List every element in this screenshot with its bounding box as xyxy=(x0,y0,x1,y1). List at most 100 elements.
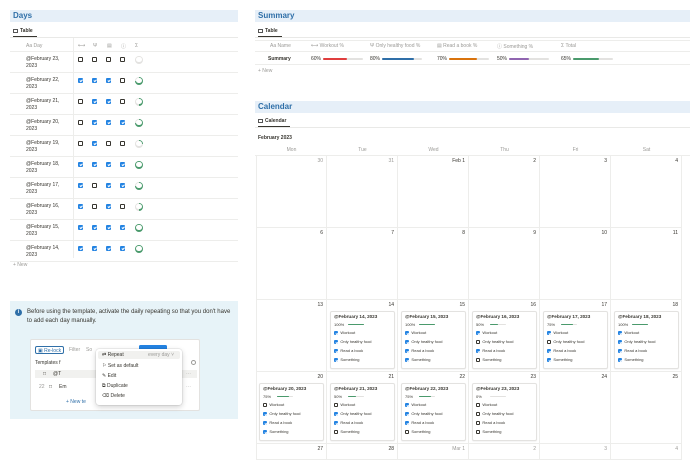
days-row[interactable]: @February 18, 2023 xyxy=(10,157,238,178)
habit-checkbox[interactable] xyxy=(618,348,623,353)
days-row-date[interactable]: @February 16, 2023 xyxy=(26,203,71,217)
calendar-entry-habit[interactable]: Only healthy food xyxy=(405,339,443,344)
more-icon[interactable]: ⋯ xyxy=(186,371,191,377)
calendar-entry-habit[interactable]: Something xyxy=(476,429,502,434)
calendar-entry-card[interactable]: @February 17, 2023 75% Workout Only healthy… xyxy=(543,311,608,369)
calendar-entry-habit[interactable]: Read a book xyxy=(618,348,647,353)
calendar-entry-habit[interactable]: Only healthy food xyxy=(476,411,514,416)
habit-checkbox[interactable] xyxy=(476,348,481,353)
days-row-checkbox[interactable] xyxy=(92,204,97,209)
calendar-entry-habit[interactable]: Read a book xyxy=(405,420,434,425)
menu-item-repeat[interactable]: ⇄ Repeat xyxy=(102,352,124,358)
habit-checkbox[interactable] xyxy=(405,411,410,416)
calendar-entry-habit[interactable]: Only healthy food xyxy=(618,339,656,344)
days-row-checkbox[interactable] xyxy=(106,99,111,104)
calendar-entry-habit[interactable]: Workout xyxy=(263,402,284,407)
days-row-checkbox[interactable] xyxy=(78,246,83,251)
calendar-entry-card[interactable]: @February 20, 2023 75% Workout Only healthy… xyxy=(259,383,324,441)
habit-checkbox[interactable] xyxy=(476,402,481,407)
habit-checkbox[interactable] xyxy=(405,420,410,425)
days-row-checkbox[interactable] xyxy=(78,57,83,62)
habit-checkbox[interactable] xyxy=(618,357,623,362)
calendar-day-cell[interactable]: 3 xyxy=(540,156,611,228)
calendar-entry-habit[interactable]: Workout xyxy=(334,330,355,335)
calendar-day-cell[interactable]: 27 xyxy=(256,444,327,460)
days-row-checkbox[interactable] xyxy=(92,78,97,83)
habit-checkbox[interactable] xyxy=(618,330,623,335)
habit-checkbox[interactable] xyxy=(405,429,410,434)
days-row-checkbox[interactable] xyxy=(120,120,125,125)
calendar-entry-habit[interactable]: Read a book xyxy=(263,420,292,425)
habit-checkbox[interactable] xyxy=(405,348,410,353)
habit-checkbox[interactable] xyxy=(476,357,481,362)
habit-checkbox[interactable] xyxy=(334,348,339,353)
calendar-entry-card[interactable]: @February 21, 2023 50% Workout Only healthy… xyxy=(330,383,395,441)
habit-checkbox[interactable] xyxy=(476,420,481,425)
days-row-date[interactable]: @February 17, 2023 xyxy=(26,182,71,196)
days-row-checkbox[interactable] xyxy=(106,57,111,62)
calendar-entry-habit[interactable]: Only healthy food xyxy=(476,339,514,344)
calendar-entry-habit[interactable]: Something xyxy=(618,357,644,362)
calendar-entry-habit[interactable]: Workout xyxy=(547,330,568,335)
repeat-value[interactable]: every day ˅ xyxy=(148,352,174,358)
calendar-day-cell[interactable]: 31 xyxy=(327,156,398,228)
days-row-checkbox[interactable] xyxy=(78,225,83,230)
relock-button[interactable]: ▣ Re-lock xyxy=(35,346,65,354)
days-row-checkbox[interactable] xyxy=(92,120,97,125)
days-row-date[interactable]: @February 21, 2023 xyxy=(26,98,71,112)
days-row-checkbox[interactable] xyxy=(78,183,83,188)
menu-item-set-default[interactable]: ⚐ Set as default xyxy=(102,363,138,369)
summary-row-name[interactable]: Summary xyxy=(268,56,291,62)
calendar-entry-habit[interactable]: Read a book xyxy=(405,348,434,353)
new-template-link[interactable]: + New te xyxy=(66,399,86,405)
habit-checkbox[interactable] xyxy=(263,402,268,407)
days-row-checkbox[interactable] xyxy=(92,141,97,146)
habit-checkbox[interactable] xyxy=(334,411,339,416)
calendar-entry-card[interactable]: @February 14, 2023 100% Workout Only health… xyxy=(330,311,395,369)
habit-checkbox[interactable] xyxy=(334,339,339,344)
calendar-entry-habit[interactable]: Read a book xyxy=(476,348,505,353)
days-row-checkbox[interactable] xyxy=(78,78,83,83)
calendar-day-cell[interactable]: 3 xyxy=(540,444,611,460)
habit-checkbox[interactable] xyxy=(263,420,268,425)
days-row-checkbox[interactable] xyxy=(120,204,125,209)
calendar-entry-habit[interactable]: Only healthy food xyxy=(334,411,372,416)
days-row-checkbox[interactable] xyxy=(92,57,97,62)
days-row-checkbox[interactable] xyxy=(106,162,111,167)
days-row-checkbox[interactable] xyxy=(106,78,111,83)
days-row[interactable]: @February 20, 2023 xyxy=(10,115,238,136)
calendar-day-cell[interactable]: 7 xyxy=(327,228,398,300)
habit-checkbox[interactable] xyxy=(547,330,552,335)
calendar-day-cell[interactable]: 11 xyxy=(611,228,682,300)
days-row-checkbox[interactable] xyxy=(78,120,83,125)
habit-checkbox[interactable] xyxy=(334,402,339,407)
calendar-entry-card[interactable]: @February 22, 2023 75% Workout Only healthy… xyxy=(401,383,466,441)
days-row[interactable]: @February 19, 2023 xyxy=(10,136,238,157)
habit-checkbox[interactable] xyxy=(405,357,410,362)
habit-checkbox[interactable] xyxy=(476,411,481,416)
calendar-day-cell[interactable]: 24 xyxy=(540,372,611,444)
days-row[interactable]: @February 16, 2023 xyxy=(10,199,238,220)
calendar-day-cell[interactable]: 10 xyxy=(540,228,611,300)
calendar-entry-card[interactable]: @February 23, 2023 0% Workout Only healthy … xyxy=(472,383,537,441)
days-row-checkbox[interactable] xyxy=(106,141,111,146)
calendar-day-cell[interactable]: 4 xyxy=(611,444,682,460)
calendar-entry-card[interactable]: @February 16, 2023 50% Workout Only healthy… xyxy=(472,311,537,369)
days-row-checkbox[interactable] xyxy=(92,162,97,167)
summary-tab-table[interactable]: Table xyxy=(258,27,278,35)
days-row-checkbox[interactable] xyxy=(120,246,125,251)
calendar-entry-habit[interactable]: Read a book xyxy=(547,348,576,353)
habit-checkbox[interactable] xyxy=(405,402,410,407)
days-row-checkbox[interactable] xyxy=(78,99,83,104)
calendar-entry-habit[interactable]: Something xyxy=(405,357,431,362)
days-row-checkbox[interactable] xyxy=(120,162,125,167)
habit-checkbox[interactable] xyxy=(547,339,552,344)
menu-item-delete[interactable]: ⌫ Delete xyxy=(102,393,125,399)
days-row-checkbox[interactable] xyxy=(120,99,125,104)
calendar-day-cell[interactable]: 2 xyxy=(469,156,540,228)
days-row-date[interactable]: @February 20, 2023 xyxy=(26,119,71,133)
days-row-checkbox[interactable] xyxy=(106,120,111,125)
days-row-checkbox[interactable] xyxy=(120,57,125,62)
calendar-day-cell[interactable]: 2 xyxy=(469,444,540,460)
menu-item-duplicate[interactable]: ⧉ Duplicate xyxy=(102,383,128,389)
